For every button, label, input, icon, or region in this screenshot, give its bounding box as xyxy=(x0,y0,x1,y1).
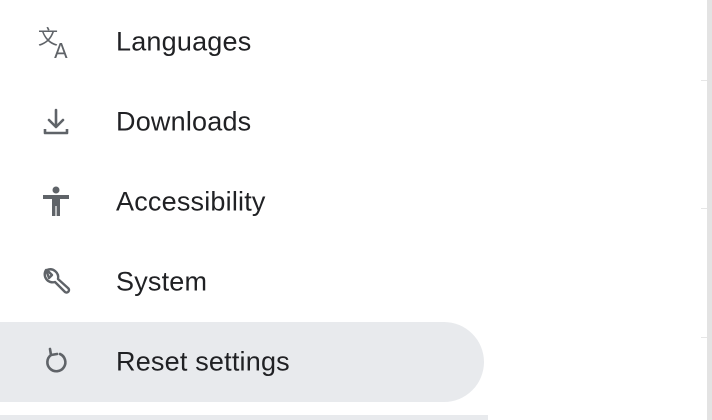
translate-icon: 文 A xyxy=(36,22,76,62)
settings-page: 文 A Languages Downloads Accessibility Sy… xyxy=(0,0,712,420)
sidebar-item-downloads[interactable]: Downloads xyxy=(0,82,484,162)
sidebar-item-label: Languages xyxy=(116,26,252,57)
sidebar-item-label: System xyxy=(116,266,208,297)
sidebar-item-system[interactable]: System xyxy=(0,242,484,322)
sidebar-item-reset-settings[interactable]: Reset settings xyxy=(0,322,484,402)
reset-icon xyxy=(36,342,76,382)
sidebar-item-label: Accessibility xyxy=(116,186,266,217)
sidebar-item-languages[interactable]: 文 A Languages xyxy=(0,2,484,82)
sidebar-divider xyxy=(0,415,488,420)
content-edge-divider xyxy=(707,0,712,420)
sidebar-item-label: Reset settings xyxy=(116,346,290,377)
row-divider xyxy=(701,208,707,209)
wrench-icon xyxy=(36,262,76,302)
row-divider xyxy=(701,337,707,338)
svg-text:A: A xyxy=(54,39,68,62)
sidebar-item-accessibility[interactable]: Accessibility xyxy=(0,162,484,242)
download-icon xyxy=(36,102,76,142)
sidebar-item-label: Downloads xyxy=(116,106,252,137)
row-divider xyxy=(701,80,707,81)
accessibility-icon xyxy=(36,182,76,222)
settings-sidebar: 文 A Languages Downloads Accessibility Sy… xyxy=(0,0,488,420)
